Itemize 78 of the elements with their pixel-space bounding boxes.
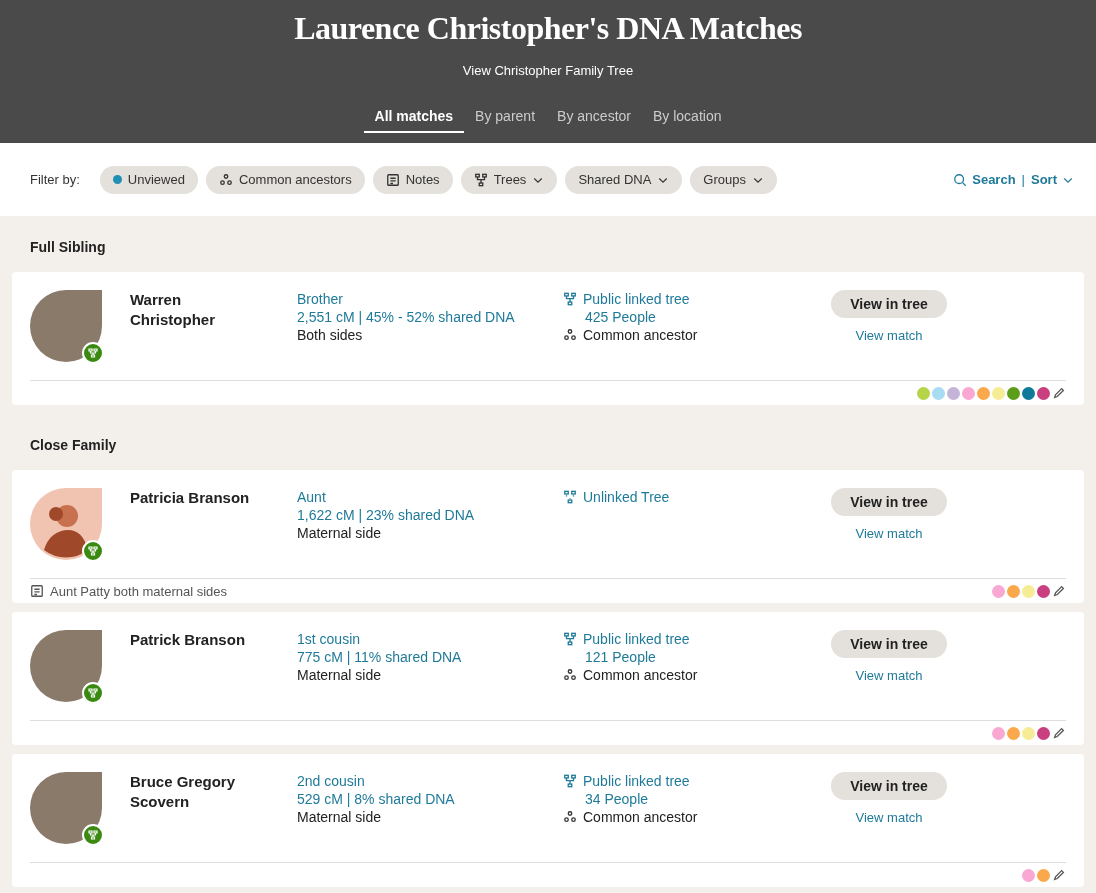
tab[interactable]: By ancestor: [546, 102, 642, 133]
tree-icon: [563, 490, 577, 504]
filter-label: Filter by:: [30, 172, 80, 187]
separator: |: [1021, 172, 1025, 187]
people-count: 425 People: [584, 308, 657, 326]
filter-chip[interactable]: Common ancestors: [205, 165, 365, 194]
pencil-icon: [1052, 868, 1066, 882]
family-tree-link[interactable]: View Christopher Family Tree: [462, 63, 634, 78]
people-count: 34 People: [584, 790, 650, 808]
pencil-icon: [1052, 584, 1066, 598]
relationship: Aunt: [297, 488, 327, 506]
status-dot-icon: [112, 175, 122, 184]
relationship: 2nd cousin: [297, 772, 366, 790]
filter-chip[interactable]: Groups: [690, 165, 777, 194]
filter-chip[interactable]: Shared DNA: [565, 165, 683, 194]
tree-link[interactable]: Public linked tree: [583, 290, 690, 308]
side: Both sides: [297, 326, 364, 344]
page-title: Laurence Christopher's DNA Matches: [294, 10, 802, 47]
shared-dna[interactable]: 775 cM | 11% shared DNA: [297, 648, 563, 666]
section-title: Full Sibling: [29, 238, 107, 257]
match-name[interactable]: Warren Christopher: [130, 290, 270, 330]
tree-badge-icon: [82, 824, 104, 846]
view-match-link[interactable]: View match: [855, 328, 923, 343]
photo-placeholder: [30, 290, 102, 362]
tree-icon: [473, 172, 488, 187]
pencil-icon: [1052, 726, 1066, 740]
tab[interactable]: By parent: [464, 102, 547, 133]
match-name[interactable]: Bruce Gregory Scovern: [130, 772, 270, 812]
match-name[interactable]: Patricia Branson: [130, 488, 270, 508]
filter-chip[interactable]: Unviewed: [99, 165, 198, 194]
view-in-tree-button[interactable]: View in tree: [831, 772, 947, 800]
relationship: Brother: [297, 290, 344, 308]
filter-chip[interactable]: Notes: [372, 165, 453, 194]
note-icon: [30, 584, 44, 598]
filter-chip[interactable]: Trees: [460, 165, 558, 194]
relationship: 1st cousin: [297, 630, 362, 648]
side: Maternal side: [297, 808, 383, 826]
search-link[interactable]: Search: [953, 172, 1016, 187]
search-icon: [953, 172, 968, 187]
tree-badge-icon: [82, 342, 104, 364]
sort-link[interactable]: Sort: [1031, 172, 1074, 187]
view-match-link[interactable]: View match: [855, 810, 923, 825]
view-in-tree-button[interactable]: View in tree: [831, 290, 947, 318]
people-icon: [563, 668, 577, 682]
tree-icon: [563, 632, 577, 646]
side: Maternal side: [297, 666, 383, 684]
tree-status: Unlinked Tree: [583, 488, 670, 506]
shared-dna[interactable]: 2,551 cM | 45% - 52% shared DNA: [297, 308, 563, 326]
tab[interactable]: By location: [642, 102, 733, 133]
view-in-tree-button[interactable]: View in tree: [831, 630, 947, 658]
tree-link[interactable]: Public linked tree: [583, 630, 690, 648]
note-text: Aunt Patty both maternal sides: [50, 583, 228, 599]
people-icon: [563, 328, 577, 342]
view-match-link[interactable]: View match: [855, 668, 923, 683]
tree-icon: [563, 774, 577, 788]
view-in-tree-button[interactable]: View in tree: [831, 488, 947, 516]
pencil-icon: [1052, 386, 1066, 400]
people-count: 121 People: [584, 648, 657, 666]
side: Maternal side: [297, 524, 383, 542]
view-match-link[interactable]: View match: [855, 526, 923, 541]
section-title: Close Family: [29, 436, 118, 455]
shared-dna[interactable]: 529 cM | 8% shared DNA: [297, 790, 563, 808]
common-ancestor[interactable]: Common ancestor: [583, 808, 698, 826]
shared-dna[interactable]: 1,622 cM | 23% shared DNA: [297, 506, 563, 524]
tree-badge-icon: [82, 682, 104, 704]
note-icon: [385, 172, 400, 187]
common-ancestor[interactable]: Common ancestor: [583, 666, 698, 684]
tree-link[interactable]: Public linked tree: [583, 772, 690, 790]
common-ancestor[interactable]: Common ancestor: [583, 326, 698, 344]
tree-badge-icon: [82, 540, 104, 562]
tree-icon: [563, 292, 577, 306]
match-name[interactable]: Patrick Branson: [130, 630, 270, 650]
people-icon: [563, 810, 577, 824]
avatar-silhouette: [30, 488, 102, 560]
photo-placeholder: [30, 630, 102, 702]
people-icon: [218, 172, 233, 187]
tab[interactable]: All matches: [363, 102, 465, 133]
photo-placeholder: [30, 772, 102, 844]
